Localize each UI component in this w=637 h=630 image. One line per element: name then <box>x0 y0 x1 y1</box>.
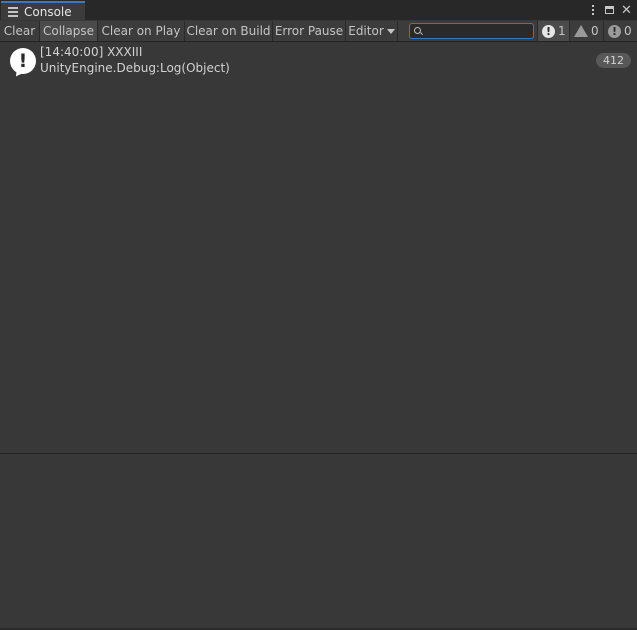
warning-count: 0 <box>591 24 599 38</box>
log-detail-pane[interactable] <box>0 454 637 630</box>
error-icon: ! <box>608 24 621 38</box>
maximize-icon[interactable] <box>601 0 618 20</box>
log-entry[interactable]: ! [14:40:00] XXXIII UnityEngine.Debug:Lo… <box>0 43 637 79</box>
search-input[interactable] <box>424 24 529 38</box>
clear-button[interactable]: Clear <box>0 21 40 41</box>
info-count: 1 <box>558 24 566 38</box>
error-filter-toggle[interactable]: ! 0 <box>603 21 637 41</box>
editor-dropdown-label: Editor <box>348 24 384 38</box>
error-count: 0 <box>624 24 632 38</box>
collapse-toggle[interactable]: Collapse <box>40 21 98 41</box>
chevron-down-icon <box>386 28 395 34</box>
log-message: [14:40:00] XXXIII <box>40 45 143 59</box>
info-filter-toggle[interactable]: ! 1 <box>537 21 569 41</box>
warning-icon <box>574 25 588 37</box>
tab-console-label: Console <box>24 4 72 19</box>
error-pause-toggle[interactable]: Error Pause <box>273 21 346 41</box>
log-list[interactable]: ! [14:40:00] XXXIII UnityEngine.Debug:Lo… <box>0 42 637 453</box>
log-stacktrace: UnityEngine.Debug:Log(Object) <box>40 61 230 75</box>
console-icon <box>8 6 18 17</box>
close-icon[interactable]: ✕ <box>618 0 635 20</box>
info-icon: ! <box>10 48 36 74</box>
info-icon: ! <box>542 24 555 38</box>
clear-on-build-toggle[interactable]: Clear on Build <box>185 21 273 41</box>
more-options-icon[interactable] <box>584 0 601 20</box>
editor-dropdown[interactable]: Editor <box>346 21 398 41</box>
tab-bar: Console ✕ <box>0 0 637 20</box>
console-window: Console ✕ Clear Collapse Clear on Play C… <box>0 0 637 630</box>
window-controls: ✕ <box>584 0 635 20</box>
console-toolbar: Clear Collapse Clear on Play Clear on Bu… <box>0 21 637 42</box>
search-icon <box>414 27 421 34</box>
collapse-count-badge: 412 <box>596 53 631 68</box>
warning-filter-toggle[interactable]: 0 <box>569 21 603 41</box>
clear-on-play-toggle[interactable]: Clear on Play <box>98 21 185 41</box>
search-field[interactable] <box>409 23 534 39</box>
tab-console[interactable]: Console <box>1 1 85 20</box>
